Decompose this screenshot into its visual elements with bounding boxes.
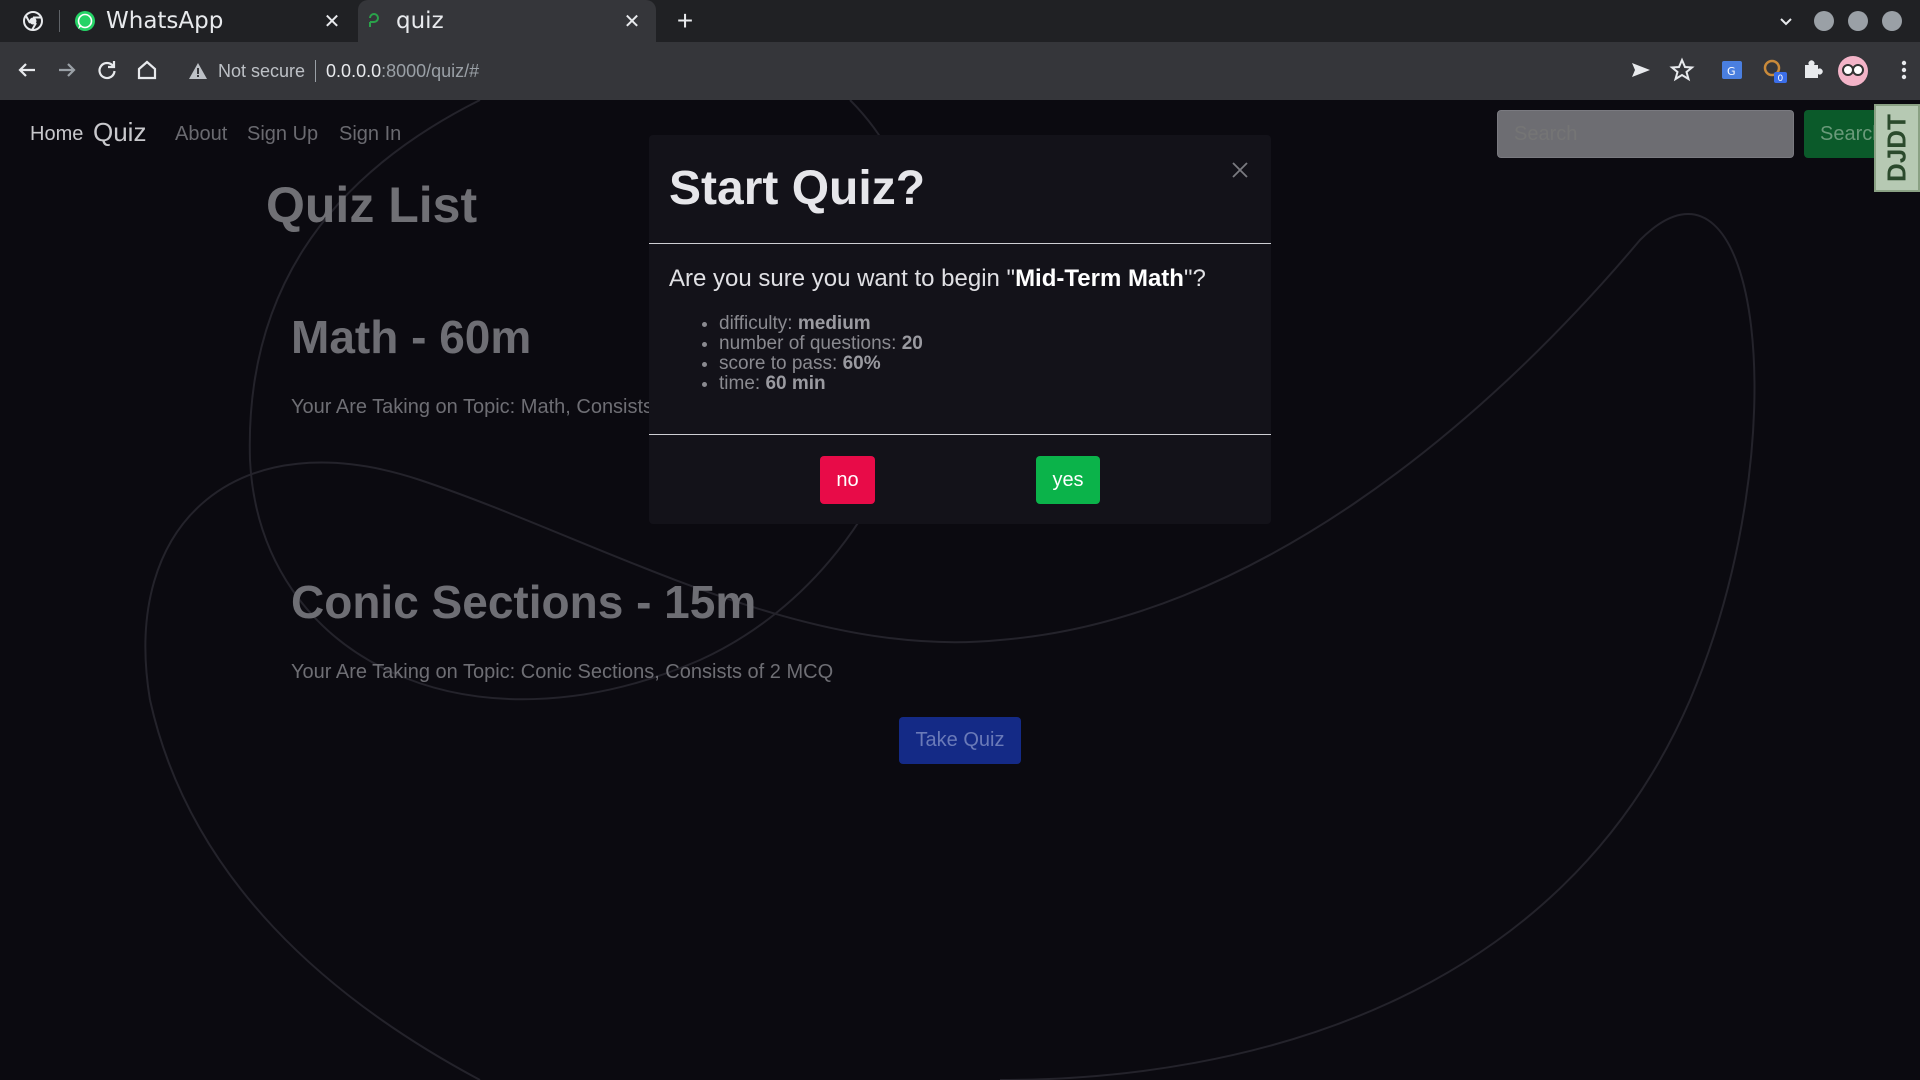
detail-pass-score: score to pass: 60% xyxy=(719,354,923,374)
quiz-title: Conic Sections - 15m xyxy=(291,576,757,628)
detail-difficulty: difficulty: medium xyxy=(719,314,923,334)
quiz-details-list: difficulty: medium number of questions: … xyxy=(719,314,923,394)
close-icon[interactable] xyxy=(1231,161,1249,179)
search-input[interactable] xyxy=(1497,110,1794,158)
new-tab-button[interactable]: + xyxy=(672,7,698,35)
django-favicon-icon xyxy=(369,13,379,27)
yes-button[interactable]: yes xyxy=(1036,456,1100,504)
close-icon[interactable]: ✕ xyxy=(620,9,644,33)
profile-avatar[interactable] xyxy=(1838,56,1868,86)
reload-icon[interactable] xyxy=(93,56,121,84)
browser-tab-bar: WhatsApp ✕ quiz ✕ + xyxy=(0,0,1920,42)
minimize-button[interactable] xyxy=(1814,11,1834,31)
svg-text:G: G xyxy=(1727,65,1736,78)
warning-icon[interactable] xyxy=(188,61,208,81)
send-icon[interactable] xyxy=(1627,56,1655,84)
puzzle-icon[interactable] xyxy=(1798,56,1826,84)
extension-badge-icon[interactable]: 0 xyxy=(1760,56,1788,84)
quiz-name: Mid-Term Math xyxy=(1015,265,1184,292)
modal-question: Are you sure you want to begin "Mid-Term… xyxy=(669,265,1206,293)
page-content: Home Quiz About Sign Up Sign In Search D… xyxy=(0,100,1920,1080)
modal-divider xyxy=(649,243,1271,244)
chevron-down-icon[interactable] xyxy=(1776,12,1796,32)
more-options-icon[interactable] xyxy=(1890,56,1918,84)
close-icon[interactable]: ✕ xyxy=(320,9,344,33)
modal-title: Start Quiz? xyxy=(669,162,926,215)
google-translate-icon[interactable]: G xyxy=(1718,56,1746,84)
detail-question-count: number of questions: 20 xyxy=(719,334,923,354)
nav-home-link[interactable]: Home xyxy=(30,123,83,146)
take-quiz-button[interactable]: Take Quiz xyxy=(899,717,1021,764)
nav-brand[interactable]: Quiz xyxy=(93,117,146,148)
forward-icon[interactable] xyxy=(53,56,81,84)
back-icon[interactable] xyxy=(13,56,41,84)
no-button[interactable]: no xyxy=(820,456,875,504)
page-title: Quiz List xyxy=(266,177,478,233)
detail-time: time: 60 min xyxy=(719,374,923,394)
tab-whatsapp[interactable]: WhatsApp ✕ xyxy=(68,0,356,42)
tab-title: WhatsApp xyxy=(106,8,224,34)
url-path: :8000/quiz/# xyxy=(381,60,480,81)
tab-quiz[interactable]: quiz ✕ xyxy=(358,0,656,42)
start-quiz-modal: Start Quiz? Are you sure you want to beg… xyxy=(649,135,1271,524)
debug-toolbar-label: DJDT xyxy=(1881,114,1912,182)
debug-toolbar-handle[interactable]: DJDT xyxy=(1874,104,1920,192)
nav-signin-link[interactable]: Sign In xyxy=(339,123,401,146)
chrome-icon[interactable] xyxy=(22,10,44,32)
quiz-description: Your Are Taking on Topic: Math, Consists xyxy=(291,396,654,418)
close-window-button[interactable] xyxy=(1882,11,1902,31)
tab-title: quiz xyxy=(396,8,444,34)
nav-about-link[interactable]: About xyxy=(175,123,227,146)
quiz-description: Your Are Taking on Topic: Conic Sections… xyxy=(291,661,834,683)
home-icon[interactable] xyxy=(133,56,161,84)
url-separator xyxy=(315,60,317,82)
security-label[interactable]: Not secure xyxy=(218,61,305,82)
tab-separator xyxy=(59,10,60,32)
address-bar[interactable]: Not secure 0.0.0.0:8000/quiz/# xyxy=(176,50,1602,92)
url-host: 0.0.0.0 xyxy=(326,60,382,81)
browser-toolbar: Not secure 0.0.0.0:8000/quiz/# G 0 xyxy=(0,42,1920,100)
whatsapp-icon xyxy=(75,11,95,31)
avatar-glasses-icon xyxy=(1842,64,1864,76)
quiz-title: Math - 60m xyxy=(291,311,532,363)
extension-badge-count: 0 xyxy=(1778,74,1784,84)
url-text[interactable]: 0.0.0.0:8000/quiz/# xyxy=(326,61,479,82)
question-prefix: Are you sure you want to begin " xyxy=(669,265,1016,292)
maximize-button[interactable] xyxy=(1848,11,1868,31)
modal-divider xyxy=(649,434,1271,435)
nav-signup-link[interactable]: Sign Up xyxy=(247,123,318,146)
question-suffix: "? xyxy=(1183,265,1206,292)
bookmark-star-icon[interactable] xyxy=(1668,56,1696,84)
